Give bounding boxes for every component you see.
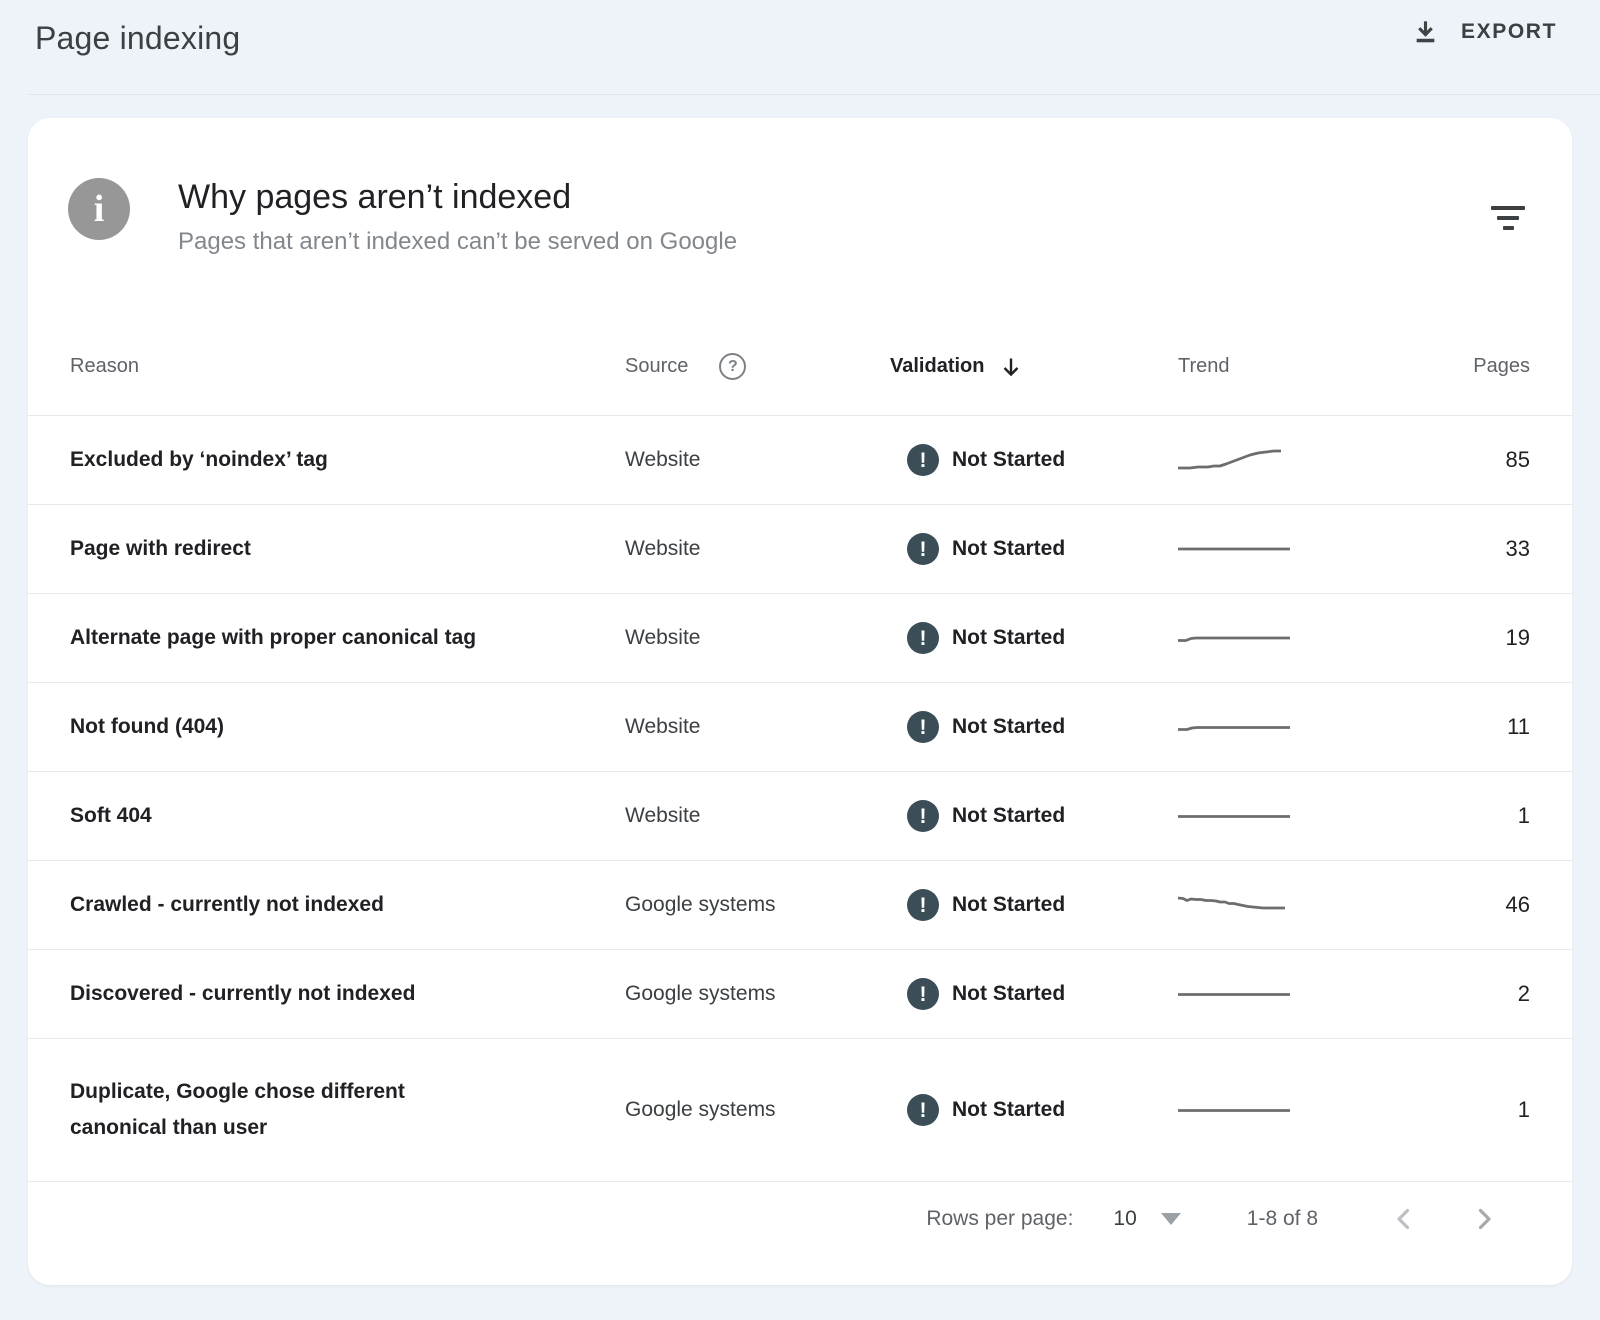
validation-status: Not Started	[952, 804, 1065, 828]
validation-error-icon: !	[907, 711, 939, 743]
source-cell: Google systems	[625, 893, 776, 917]
filter-icon[interactable]	[1490, 204, 1526, 232]
table-row[interactable]: Alternate page with proper canonical tag…	[28, 593, 1572, 682]
rows-per-page-select[interactable]: 10	[1113, 1207, 1180, 1231]
pages-count: 2	[1518, 981, 1530, 1006]
validation-status: Not Started	[952, 1098, 1065, 1122]
validation-error-icon: !	[907, 533, 939, 565]
validation-status: Not Started	[952, 626, 1065, 650]
validation-error-icon: !	[907, 800, 939, 832]
trend-sparkline	[1178, 1095, 1291, 1125]
validation-error-icon: !	[907, 622, 939, 654]
validation-status: Not Started	[952, 448, 1065, 472]
pages-count: 1	[1518, 1097, 1530, 1122]
source-cell: Website	[625, 537, 700, 561]
column-header-trend[interactable]: Trend	[1178, 355, 1378, 378]
sort-descending-icon	[999, 355, 1023, 379]
previous-page-button[interactable]	[1390, 1205, 1418, 1233]
validation-status: Not Started	[952, 893, 1065, 917]
pages-count: 85	[1506, 447, 1530, 472]
trend-sparkline	[1178, 890, 1291, 920]
table-row[interactable]: Discovered - currently not indexed Googl…	[28, 949, 1572, 1038]
validation-status: Not Started	[952, 982, 1065, 1006]
pages-count: 33	[1506, 536, 1530, 561]
chevron-right-icon	[1470, 1205, 1498, 1233]
table-row[interactable]: Soft 404 Website ! Not Started 1	[28, 771, 1572, 860]
next-page-button[interactable]	[1470, 1205, 1498, 1233]
card-title: Why pages aren’t indexed	[178, 178, 737, 217]
validation-error-icon: !	[907, 889, 939, 921]
topbar-divider	[28, 94, 1600, 95]
source-cell: Google systems	[625, 1098, 776, 1122]
pagination-range: 1-8 of 8	[1247, 1207, 1318, 1231]
table-footer: Rows per page: 10 1-8 of 8	[28, 1181, 1572, 1285]
issues-table: Reason Source ? Validation Trend Pages	[28, 318, 1572, 1181]
reason-cell: Page with redirect	[70, 531, 490, 567]
reason-cell: Duplicate, Google chose different canoni…	[70, 1074, 490, 1146]
reason-cell: Soft 404	[70, 798, 490, 834]
pages-count: 1	[1518, 803, 1530, 828]
pages-count: 11	[1507, 714, 1530, 739]
table-row[interactable]: Crawled - currently not indexed Google s…	[28, 860, 1572, 949]
table-row[interactable]: Excluded by ‘noindex’ tag Website ! Not …	[28, 415, 1572, 504]
validation-status: Not Started	[952, 537, 1065, 561]
source-cell: Website	[625, 448, 700, 472]
trend-sparkline	[1178, 712, 1291, 742]
dropdown-caret-icon	[1161, 1213, 1181, 1225]
table-row[interactable]: Page with redirect Website ! Not Started…	[28, 504, 1572, 593]
table-row[interactable]: Duplicate, Google chose different canoni…	[28, 1038, 1572, 1181]
column-header-validation[interactable]: Validation	[890, 355, 1178, 379]
column-header-source[interactable]: Source ?	[625, 353, 890, 380]
validation-error-icon: !	[907, 444, 939, 476]
source-cell: Google systems	[625, 982, 776, 1006]
chevron-left-icon	[1390, 1205, 1418, 1233]
pages-count: 19	[1506, 625, 1530, 650]
column-header-reason[interactable]: Reason	[28, 355, 625, 378]
column-header-pages[interactable]: Pages	[1378, 355, 1572, 378]
table-header-row: Reason Source ? Validation Trend Pages	[28, 318, 1572, 415]
card-subtitle: Pages that aren’t indexed can’t be serve…	[178, 228, 737, 256]
table-body: Excluded by ‘noindex’ tag Website ! Not …	[28, 415, 1572, 1181]
reason-cell: Alternate page with proper canonical tag	[70, 620, 490, 656]
page-title: Page indexing	[35, 20, 240, 57]
trend-sparkline	[1178, 445, 1291, 475]
reason-cell: Crawled - currently not indexed	[70, 887, 490, 923]
trend-sparkline	[1178, 623, 1291, 653]
help-icon[interactable]: ?	[719, 353, 746, 380]
source-cell: Website	[625, 626, 700, 650]
table-row[interactable]: Not found (404) Website ! Not Started 11	[28, 682, 1572, 771]
download-icon	[1412, 18, 1439, 45]
validation-status: Not Started	[952, 715, 1065, 739]
trend-sparkline	[1178, 534, 1291, 564]
pages-count: 46	[1506, 892, 1530, 917]
trend-sparkline	[1178, 801, 1291, 831]
reason-cell: Discovered - currently not indexed	[70, 976, 490, 1012]
export-label: EXPORT	[1461, 20, 1557, 44]
reason-cell: Excluded by ‘noindex’ tag	[70, 442, 490, 478]
info-icon: i	[68, 178, 130, 240]
source-cell: Website	[625, 715, 700, 739]
rows-per-page-label: Rows per page:	[926, 1207, 1073, 1231]
validation-error-icon: !	[907, 1094, 939, 1126]
trend-sparkline	[1178, 979, 1291, 1009]
top-bar: Page indexing EXPORT	[0, 0, 1600, 95]
reason-cell: Not found (404)	[70, 709, 490, 745]
source-cell: Website	[625, 804, 700, 828]
rows-per-page-value: 10	[1113, 1207, 1136, 1231]
why-pages-not-indexed-card: i Why pages aren’t indexed Pages that ar…	[28, 118, 1572, 1285]
export-button[interactable]: EXPORT	[1412, 18, 1557, 45]
card-header: i Why pages aren’t indexed Pages that ar…	[68, 178, 737, 256]
validation-error-icon: !	[907, 978, 939, 1010]
